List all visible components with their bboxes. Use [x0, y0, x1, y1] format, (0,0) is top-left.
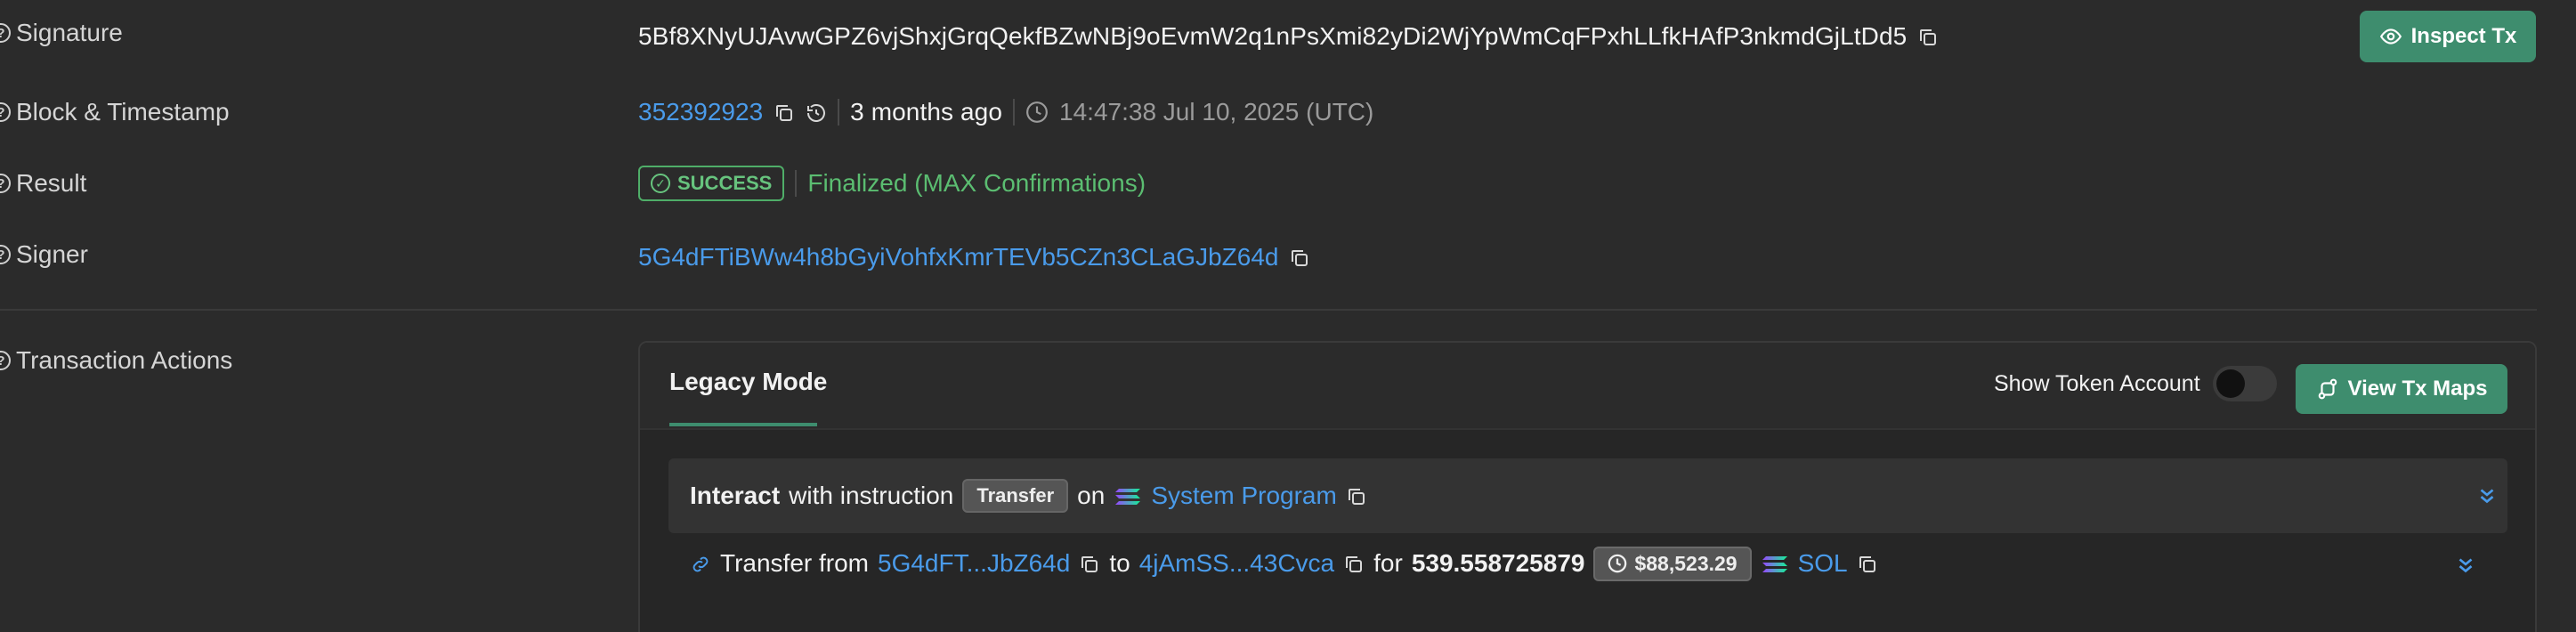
- instruction-type-badge: Transfer: [962, 479, 1069, 513]
- block-label: Block & Timestamp: [16, 98, 230, 126]
- link-icon: [690, 553, 711, 574]
- show-token-account-label: Show Token Account: [1994, 370, 2200, 396]
- to-address-link[interactable]: 4jAmSS...43Cvca: [1139, 549, 1334, 578]
- help-circle-icon[interactable]: ?: [0, 174, 11, 193]
- transaction-actions-panel: Legacy Mode Show Token Account View Tx M…: [638, 341, 2537, 632]
- active-tab-indicator: [669, 423, 817, 426]
- copy-icon[interactable]: [1346, 485, 1367, 506]
- result-label: Result: [16, 169, 87, 197]
- panel-header: Legacy Mode Show Token Account View Tx M…: [640, 343, 2535, 430]
- show-token-account-control: Show Token Account: [1994, 366, 2277, 401]
- relative-time: 3 months ago: [850, 98, 1003, 126]
- help-circle-icon[interactable]: ?: [0, 245, 11, 264]
- check-circle-icon: ✓: [651, 174, 670, 193]
- copy-icon[interactable]: [774, 101, 795, 123]
- finality-status: Finalized (MAX Confirmations): [807, 169, 1146, 197]
- transfer-detail-row: Transfer from 5G4dFT...JbZ64d to 4jAmSS.…: [690, 540, 1878, 587]
- result-value-row: ✓ SUCCESS Finalized (MAX Confirmations): [638, 164, 1146, 203]
- with-instruction-text: with instruction: [789, 482, 954, 509]
- timestamp: 14:47:38 Jul 10, 2025 (UTC): [1059, 98, 1374, 126]
- signer-address-link[interactable]: 5G4dFTiBWw4h8bGyiVohfxKmrTEVb5CZn3CLaGJb…: [638, 243, 1278, 271]
- actions-label: Transaction Actions: [16, 346, 233, 374]
- inspect-tx-label: Inspect Tx: [2410, 24, 2517, 48]
- transfer-amount: 539.558725879: [1411, 549, 1585, 577]
- to-text: to: [1109, 549, 1130, 577]
- transaction-details: ? Signature 5Bf8XNyUJAvwGPZ6vjShxjGrqQek…: [0, 0, 2576, 632]
- help-circle-icon[interactable]: ?: [0, 23, 11, 43]
- divider: [1013, 99, 1016, 126]
- history-icon[interactable]: [806, 101, 827, 123]
- chevrons-down-icon[interactable]: [2475, 484, 2499, 507]
- tab-legacy-mode[interactable]: Legacy Mode: [669, 368, 827, 396]
- solana-icon: [1114, 485, 1142, 506]
- status-text: SUCCESS: [677, 172, 773, 194]
- section-divider: [0, 309, 2537, 311]
- inspect-tx-button[interactable]: Inspect Tx: [2360, 11, 2536, 62]
- copy-icon[interactable]: [1079, 553, 1100, 574]
- instruction-row[interactable]: Interact with instruction Transfer on Sy…: [668, 458, 2507, 533]
- usd-value-badge: $88,523.29: [1593, 546, 1752, 581]
- block-number-link[interactable]: 352392923: [638, 98, 763, 126]
- block-value-row: 352392923 3 months ago 14:47:38 Jul 10, …: [638, 93, 1373, 132]
- result-label-row: ? Result: [0, 166, 86, 201]
- signer-value-row: 5G4dFTiBWw4h8bGyiVohfxKmrTEVb5CZn3CLaGJb…: [638, 238, 1310, 277]
- signer-label: Signer: [16, 240, 88, 268]
- signer-label-row: ? Signer: [0, 237, 88, 272]
- clock-icon: [1608, 554, 1627, 573]
- view-tx-maps-label: View Tx Maps: [2347, 377, 2488, 401]
- program-link[interactable]: System Program: [1151, 482, 1337, 510]
- show-token-account-toggle[interactable]: [2212, 366, 2277, 401]
- divider: [838, 99, 840, 126]
- usd-value: $88,523.29: [1634, 551, 1738, 575]
- solana-icon: [1761, 553, 1789, 574]
- block-label-row: ? Block & Timestamp: [0, 94, 230, 130]
- transfer-from-text: Transfer from: [720, 549, 869, 577]
- chevrons-down-icon[interactable]: [2454, 554, 2477, 577]
- for-text: for: [1373, 549, 1403, 577]
- signature-label: Signature: [16, 19, 123, 46]
- signature-label-row: ? Signature: [0, 15, 123, 51]
- token-link[interactable]: SOL: [1798, 549, 1848, 578]
- eye-icon: [2379, 25, 2402, 48]
- clock-icon: [1025, 101, 1049, 124]
- route-icon: [2316, 377, 2339, 401]
- signature-value: 5Bf8XNyUJAvwGPZ6vjShxjGrqQekfBZwNBj9oEvm…: [638, 22, 1908, 50]
- status-badge: ✓ SUCCESS: [638, 166, 785, 201]
- copy-icon[interactable]: [1343, 553, 1365, 574]
- actions-label-row: ? Transaction Actions: [0, 343, 232, 378]
- view-tx-maps-button[interactable]: View Tx Maps: [2296, 364, 2507, 414]
- signature-value-row: 5Bf8XNyUJAvwGPZ6vjShxjGrqQekfBZwNBj9oEvm…: [638, 17, 1939, 56]
- on-text: on: [1077, 482, 1106, 509]
- copy-icon[interactable]: [1857, 553, 1878, 574]
- interact-label: Interact: [690, 482, 781, 509]
- copy-icon[interactable]: [1917, 26, 1939, 47]
- help-circle-icon[interactable]: ?: [0, 102, 11, 122]
- from-address-link[interactable]: 5G4dFT...JbZ64d: [878, 549, 1070, 578]
- help-circle-icon[interactable]: ?: [0, 351, 11, 370]
- toggle-knob: [2216, 369, 2245, 398]
- copy-icon[interactable]: [1289, 247, 1310, 268]
- divider: [795, 170, 798, 197]
